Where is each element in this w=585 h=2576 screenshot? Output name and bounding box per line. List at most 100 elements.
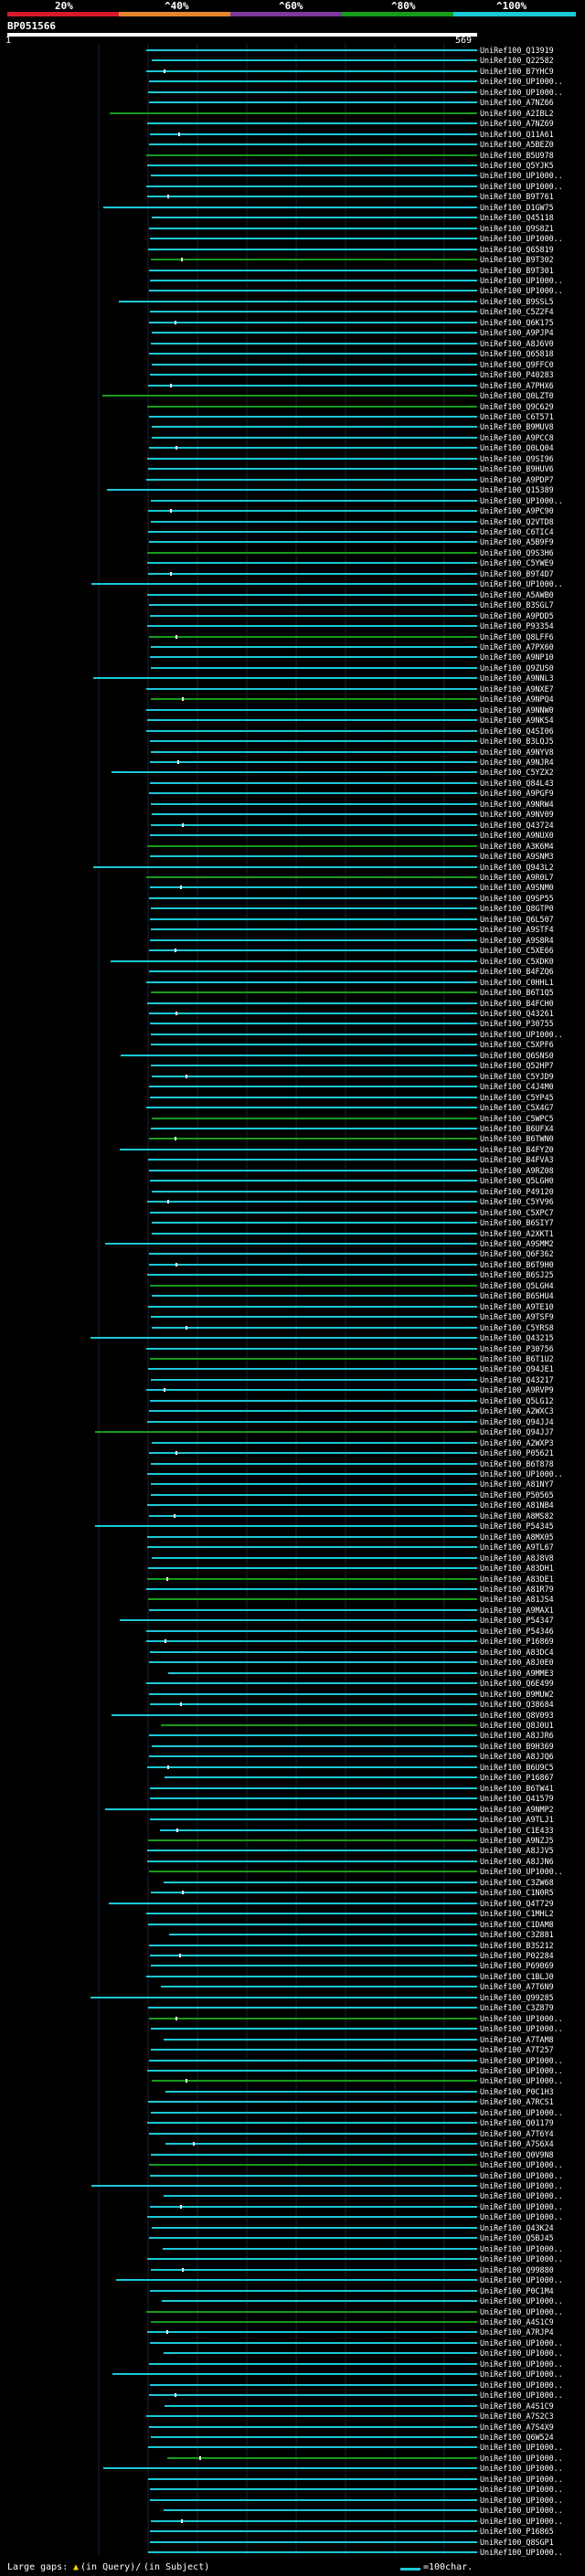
alignment-row[interactable]: UniRef100_C5XE66	[149, 946, 554, 955]
alignment-row[interactable]: UniRef100_UP1000..	[149, 77, 563, 86]
hit-label[interactable]: UniRef100_A9NRW4	[480, 800, 554, 809]
alignment-row[interactable]: UniRef100_A7T6N9	[161, 1982, 554, 1991]
alignment-row[interactable]: UniRef100_C5YZX2	[112, 768, 554, 777]
hit-label[interactable]: UniRef100_C3Z879	[480, 2003, 554, 2012]
alignment-row[interactable]: UniRef100_P54346	[146, 1627, 554, 1636]
hit-label[interactable]: UniRef100_C5YP45	[480, 1093, 554, 1102]
hit-label[interactable]: UniRef100_Q5LGH4	[480, 1281, 554, 1290]
alignment-row[interactable]: UniRef100_A9RVP9	[146, 1385, 554, 1394]
alignment-row[interactable]: UniRef100_Q43261	[149, 1009, 554, 1018]
alignment-bar[interactable]	[150, 374, 477, 376]
alignment-row[interactable]: UniRef100_Q6L507	[150, 915, 554, 924]
hit-label[interactable]: UniRef100_P40283	[480, 370, 554, 379]
hit-label[interactable]: UniRef100_P05621	[480, 1448, 554, 1458]
alignment-row[interactable]: UniRef100_UP1000..	[162, 2296, 563, 2306]
hit-label[interactable]: UniRef100_A2WXP3	[480, 1438, 554, 1447]
alignment-row[interactable]: UniRef100_B6T1Q5	[151, 988, 554, 997]
hit-label[interactable]: UniRef100_UP1000..	[480, 182, 563, 191]
hit-label[interactable]: UniRef100_B6SIY7	[480, 1218, 554, 1227]
hit-label[interactable]: UniRef100_UP1000..	[480, 2506, 563, 2515]
alignment-row[interactable]: UniRef100_UP1000..	[150, 2380, 563, 2390]
hit-label[interactable]: UniRef100_Q9SP55	[480, 894, 554, 903]
alignment-bar[interactable]	[164, 2039, 477, 2041]
alignment-bar[interactable]	[147, 2070, 477, 2072]
alignment-row[interactable]: UniRef100_UP1000..	[146, 182, 563, 191]
alignment-bar[interactable]	[147, 1421, 477, 1423]
alignment-row[interactable]: UniRef100_Q41579	[150, 1794, 554, 1803]
hit-label[interactable]: UniRef100_UP1000..	[480, 2338, 563, 2348]
hit-label[interactable]: UniRef100_A9STF4	[480, 925, 554, 934]
alignment-row[interactable]: UniRef100_B6SIY7	[152, 1218, 554, 1227]
alignment-bar[interactable]	[152, 217, 477, 218]
hit-label[interactable]: UniRef100_A7PHX6	[480, 381, 554, 390]
alignment-bar[interactable]	[91, 583, 477, 585]
hit-label[interactable]: UniRef100_C6TIC4	[480, 527, 554, 536]
alignment-row[interactable]: UniRef100_UP1000..	[150, 276, 563, 285]
alignment-row[interactable]: UniRef100_A9TLJ1	[150, 1815, 554, 1824]
alignment-row[interactable]: UniRef100_C3Z881	[169, 1930, 554, 1939]
hit-label[interactable]: UniRef100_A7RJP4	[480, 2327, 554, 2337]
alignment-bar[interactable]	[148, 1306, 477, 1308]
alignment-bar[interactable]	[110, 112, 477, 114]
hit-label[interactable]: UniRef100_A81JS4	[480, 1595, 554, 1604]
alignment-row[interactable]: UniRef100_UP1000..	[149, 2014, 563, 2023]
alignment-row[interactable]: UniRef100_A5AWB0	[147, 590, 554, 599]
hit-label[interactable]: UniRef100_B3LQJ5	[480, 737, 554, 746]
hit-label[interactable]: UniRef100_UP1000..	[480, 2244, 563, 2253]
alignment-bar[interactable]	[111, 960, 477, 962]
alignment-row[interactable]: UniRef100_Q0LZT0	[102, 391, 554, 400]
hit-label[interactable]: UniRef100_C5XE66	[480, 946, 554, 955]
alignment-row[interactable]: UniRef100_D1GW75	[103, 203, 554, 212]
hit-label[interactable]: UniRef100_A9NXE7	[480, 684, 554, 694]
hit-label[interactable]: UniRef100_Q45118	[480, 213, 554, 222]
alignment-bar[interactable]	[151, 2436, 477, 2438]
alignment-row[interactable]: UniRef100_A7T257	[151, 2045, 554, 2054]
alignment-bar[interactable]	[164, 2195, 477, 2197]
alignment-row[interactable]: UniRef100_A81JS4	[148, 1595, 554, 1604]
alignment-bar[interactable]	[95, 1431, 477, 1433]
alignment-bar[interactable]	[151, 1128, 477, 1129]
hit-label[interactable]: UniRef100_Q38684	[480, 1700, 554, 1709]
alignment-bar[interactable]	[151, 500, 477, 502]
alignment-row[interactable]: UniRef100_Q9C629	[147, 402, 554, 411]
alignment-bar[interactable]	[148, 1368, 477, 1370]
hit-label[interactable]: UniRef100_Q6F362	[480, 1249, 554, 1258]
alignment-row[interactable]: UniRef100_Q0LQ04	[149, 443, 554, 452]
alignment-bar[interactable]	[150, 2175, 477, 2177]
alignment-bar[interactable]	[147, 164, 477, 166]
hit-label[interactable]: UniRef100_B9MUW2	[480, 1690, 554, 1699]
alignment-row[interactable]: UniRef100_Q65818	[149, 349, 554, 358]
alignment-bar[interactable]	[147, 1504, 477, 1506]
alignment-bar[interactable]	[149, 1264, 477, 1266]
alignment-row[interactable]: UniRef100_P69069	[151, 1961, 554, 1970]
alignment-row[interactable]: UniRef100_A83DH1	[148, 1564, 554, 1573]
alignment-bar[interactable]	[148, 531, 477, 533]
alignment-row[interactable]: UniRef100_A9PJP4	[152, 328, 554, 337]
hit-label[interactable]: UniRef100_C5Z2F4	[480, 307, 554, 316]
hit-label[interactable]: UniRef100_B7YHC9	[480, 67, 554, 76]
hit-label[interactable]: UniRef100_Q0LQ04	[480, 443, 554, 452]
hit-label[interactable]: UniRef100_Q2VTD8	[480, 517, 554, 526]
alignment-row[interactable]: UniRef100_P54347	[120, 1616, 554, 1625]
alignment-row[interactable]: UniRef100_Q9FFC0	[152, 360, 554, 369]
alignment-row[interactable]: UniRef100_Q84L43	[150, 779, 554, 788]
alignment-row[interactable]: UniRef100_B7YHC9	[146, 67, 554, 76]
hit-label[interactable]: UniRef100_A8MX05	[480, 1532, 554, 1542]
alignment-row[interactable]: UniRef100_Q6E499	[146, 1679, 554, 1688]
hit-label[interactable]: UniRef100_A9TSF9	[480, 1312, 554, 1321]
alignment-row[interactable]: UniRef100_C3ZW68	[164, 1878, 554, 1887]
alignment-row[interactable]: UniRef100_Q5LGH0	[150, 1176, 554, 1185]
alignment-row[interactable]: UniRef100_B6U9C5	[147, 1763, 554, 1772]
alignment-bar[interactable]	[149, 2394, 477, 2396]
hit-label[interactable]: UniRef100_A8J0E0	[480, 1658, 554, 1667]
alignment-row[interactable]: UniRef100_C5Z2F4	[150, 307, 554, 316]
alignment-row[interactable]: UniRef100_B9T761	[147, 192, 554, 201]
alignment-bar[interactable]	[146, 1682, 477, 1684]
alignment-row[interactable]: UniRef100_B9H369	[152, 1742, 554, 1751]
hit-label[interactable]: UniRef100_C3Z881	[480, 1930, 554, 1939]
alignment-row[interactable]: UniRef100_UP1000..	[103, 2464, 563, 2473]
alignment-row[interactable]: UniRef100_A9STF4	[151, 925, 554, 934]
alignment-bar[interactable]	[152, 2227, 477, 2229]
hit-label[interactable]: UniRef100_Q99285	[480, 1993, 554, 2002]
hit-label[interactable]: UniRef100_A9PDP7	[480, 475, 554, 484]
